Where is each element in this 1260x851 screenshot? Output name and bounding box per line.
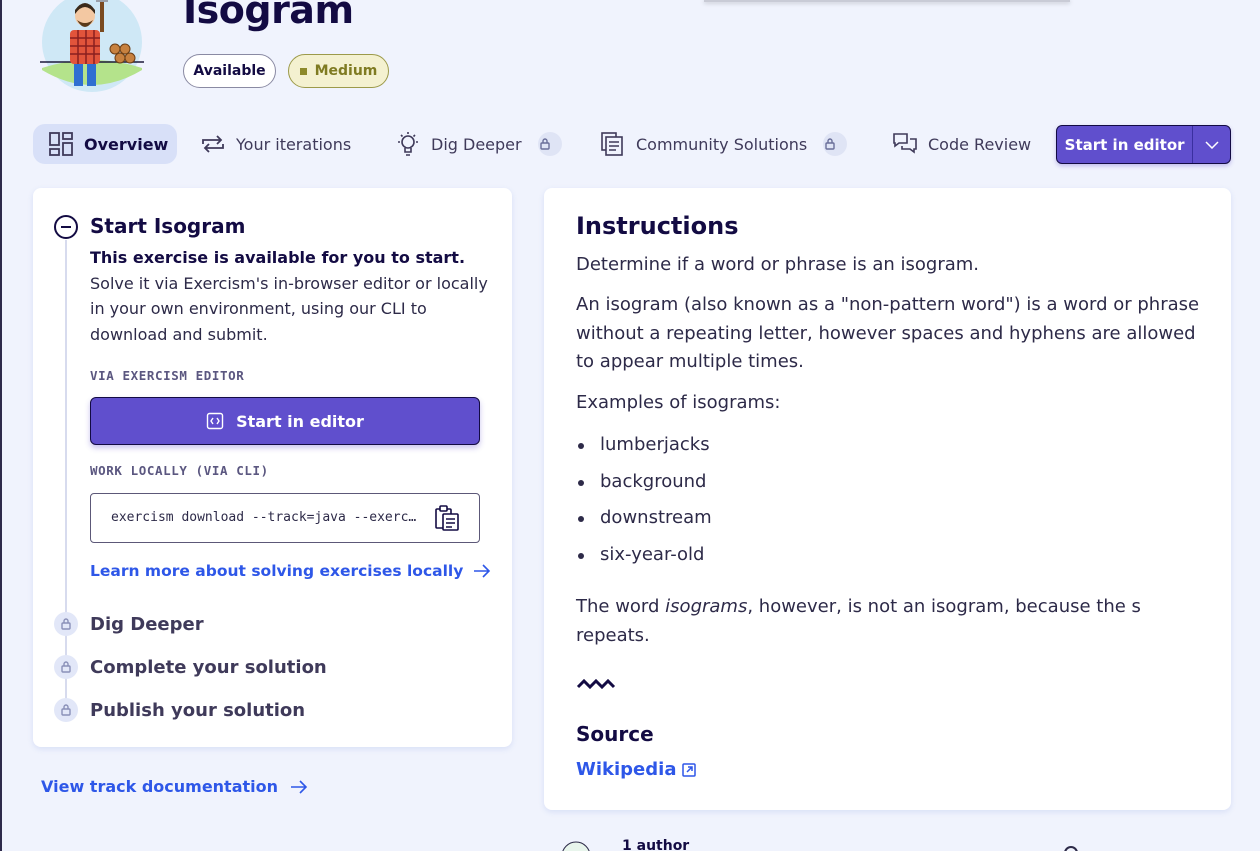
via-editor-label: VIA EXERCISM EDITOR [90, 368, 245, 383]
arrow-right-icon [291, 779, 308, 794]
squiggle-divider [576, 676, 618, 695]
instructions-paragraph: Examples of isograms: [576, 392, 781, 413]
instructions-title: Instructions [576, 212, 739, 240]
p4-emphasis: isograms [665, 596, 748, 617]
track-documentation-label: View track documentation [41, 777, 279, 796]
clipboard-icon[interactable] [433, 504, 461, 536]
status-badge: Available [183, 54, 276, 88]
tab-your-iterations[interactable]: Your iterations [200, 124, 351, 164]
examples-list: lumberjacks background downstream six-ye… [576, 430, 712, 577]
tab-community-solutions-label: Community Solutions [636, 134, 808, 154]
chevron-down-icon [1205, 140, 1219, 149]
cli-command[interactable]: exercism download --track=java --exercis… [111, 510, 417, 525]
bulb-icon [398, 132, 418, 156]
cli-command-box: exercism download --track=java --exercis… [90, 493, 480, 543]
lock-icon [54, 698, 78, 722]
difficulty-badge: Medium [288, 54, 389, 88]
learn-more-label: Learn more about solving exercises local… [90, 562, 464, 580]
external-link-icon [682, 762, 697, 777]
locked-step-label: Dig Deeper [90, 613, 204, 635]
arrow-right-icon [474, 564, 491, 578]
p4-before: The word [576, 596, 666, 617]
step-description: This exercise is available for you to st… [90, 245, 490, 347]
tab-overview-label: Overview [84, 134, 169, 154]
overview-icon [49, 132, 73, 156]
chat-icon [893, 133, 917, 154]
tab-dig-deeper-label: Dig Deeper [431, 134, 522, 154]
wikipedia-link-label: Wikipedia [576, 759, 677, 780]
step-description-bold: This exercise is available for you to st… [90, 248, 466, 267]
list-item: downstream [576, 503, 712, 540]
lock-icon [54, 612, 78, 636]
start-in-editor-split-button: Start in editor [1056, 125, 1231, 164]
start-in-editor-button-label: Start in editor [236, 411, 364, 431]
tab-dig-deeper[interactable]: Dig Deeper [395, 124, 562, 164]
locked-step-publish: Publish your solution [54, 697, 305, 723]
dropdown-shadow [704, 0, 1070, 2]
editor-options-dropdown[interactable] [1192, 126, 1230, 163]
lock-icon [54, 655, 78, 679]
exercise-icon [40, 0, 144, 94]
instructions-paragraph: Determine if a word or phrase is an isog… [576, 254, 980, 275]
instructions-paragraph: An isogram (also known as a "non-pattern… [576, 294, 1200, 373]
locked-step-dig-deeper: Dig Deeper [54, 611, 204, 637]
author-avatar [548, 840, 604, 851]
source-title: Source [576, 722, 654, 746]
code-file-icon [206, 412, 224, 430]
list-item: lumberjacks [576, 430, 712, 467]
wikipedia-link[interactable]: Wikipedia [576, 759, 697, 780]
lock-icon [823, 132, 848, 156]
tab-your-iterations-label: Your iterations [236, 134, 352, 154]
work-locally-label: WORK LOCALLY (VIA CLI) [90, 463, 269, 478]
step-title: Start Isogram [90, 214, 246, 238]
difficulty-label: Medium [314, 63, 378, 79]
tab-code-review-label: Code Review [928, 134, 1032, 154]
learn-more-link[interactable]: Learn more about solving exercises local… [90, 562, 491, 580]
list-item: six-year-old [576, 540, 712, 577]
lock-icon [537, 132, 562, 156]
locked-step-label: Complete your solution [90, 656, 327, 678]
step-description-rest: Solve it via Exercism's in-browser edito… [90, 273, 488, 344]
tab-overview[interactable]: Overview [33, 124, 177, 164]
start-in-editor-button[interactable]: Start in editor [90, 397, 480, 445]
collapse-step-icon[interactable] [54, 215, 78, 239]
tab-code-review[interactable]: Code Review [892, 124, 1031, 164]
page-title: Isogram [183, 0, 354, 32]
community-icon [601, 132, 623, 156]
authors-count: 1 author [622, 838, 690, 851]
difficulty-square-icon [299, 67, 307, 75]
page-edge [0, 0, 2, 851]
steps-timeline [65, 240, 67, 710]
info-icon [1064, 846, 1078, 851]
start-in-editor-top-button[interactable]: Start in editor [1057, 126, 1192, 163]
instructions-paragraph: The word isograms, however, is not an is… [576, 593, 1156, 650]
list-item: background [576, 467, 712, 504]
locked-step-label: Publish your solution [90, 699, 306, 721]
iterations-icon [202, 135, 224, 153]
locked-step-complete: Complete your solution [54, 654, 327, 680]
tab-community-solutions[interactable]: Community Solutions [600, 124, 848, 164]
track-documentation-link[interactable]: View track documentation [41, 777, 308, 796]
